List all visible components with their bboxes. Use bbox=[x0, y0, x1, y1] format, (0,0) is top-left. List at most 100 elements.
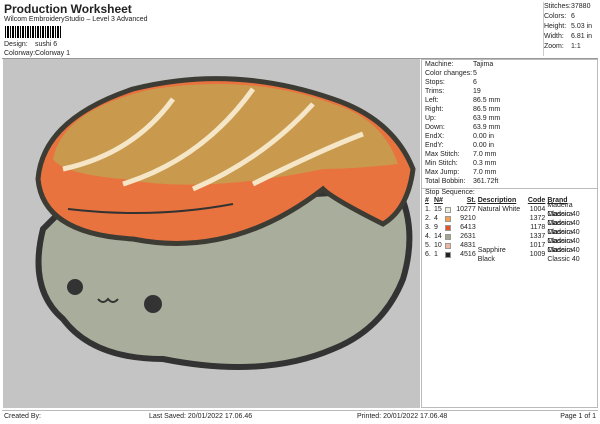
design-label: Design: bbox=[4, 41, 28, 48]
detail-value: 5 bbox=[473, 70, 477, 77]
detail-value: 7.0 mm bbox=[473, 151, 497, 158]
stat-value: 6.81 in bbox=[571, 33, 593, 40]
detail-row: Trims: 19 bbox=[422, 87, 597, 96]
table-row: 6. 1 4516 Sapphire Black 1009 Madeira Classic… bbox=[425, 247, 597, 263]
detail-label: Max Jump: bbox=[425, 169, 460, 176]
stat-row: Zoom: 1:1 bbox=[544, 42, 599, 52]
stop-num: 3. bbox=[425, 224, 431, 231]
col-num: # bbox=[425, 197, 429, 204]
stitch-count: 2631 bbox=[460, 233, 476, 240]
detail-value: 361.72ft bbox=[473, 178, 499, 185]
detail-value: 63.9 mm bbox=[473, 124, 501, 131]
detail-label: Trims: bbox=[425, 88, 445, 95]
colorway-value: Colorway 1 bbox=[35, 50, 71, 57]
detail-value: 86.5 mm bbox=[473, 97, 501, 104]
footer: Created By: Last Saved: 20/01/2022 17.06… bbox=[2, 410, 598, 423]
col-description: Description bbox=[477, 197, 517, 204]
thread-code: 1004 bbox=[529, 206, 546, 213]
detail-label: EndX: bbox=[425, 133, 445, 140]
machine-details: Machine: Tajima Color changes: 5 Stops: 6 Trim… bbox=[422, 60, 597, 186]
needle-num: 1 bbox=[433, 251, 438, 258]
detail-row: Up: 63.9 mm bbox=[422, 114, 597, 123]
thread-code: 1337 bbox=[529, 233, 546, 240]
stat-label: Height: bbox=[544, 23, 567, 30]
detail-value: 0.3 mm bbox=[473, 160, 497, 167]
page-title: Production Worksheet bbox=[4, 2, 132, 16]
col-stitches: St. bbox=[466, 197, 476, 204]
detail-label: EndY: bbox=[425, 142, 444, 149]
detail-row: Max Jump: 7.0 mm bbox=[422, 168, 597, 177]
detail-row: EndY: 0.00 in bbox=[422, 141, 597, 150]
stitch-count: 6413 bbox=[460, 224, 476, 231]
stop-num: 1. bbox=[425, 206, 431, 213]
col-n: N# bbox=[433, 197, 443, 204]
description: Natural White bbox=[477, 206, 521, 213]
detail-value: 19 bbox=[473, 88, 481, 95]
detail-label: Machine: bbox=[425, 61, 454, 68]
detail-row: Total Bobbin: 361.72ft bbox=[422, 177, 597, 186]
stats-box: Stitches: 37880 Colors: 6 Height: 5.03 in Widt… bbox=[543, 2, 599, 56]
detail-row: Max Stitch: 7.0 mm bbox=[422, 150, 597, 159]
needle-num: 4 bbox=[433, 215, 438, 222]
detail-label: Up: bbox=[425, 115, 436, 122]
detail-row: Color changes: 5 bbox=[422, 69, 597, 78]
last-saved: Last Saved: 20/01/2022 17.06.46 bbox=[149, 413, 253, 420]
detail-row: Min Stitch: 0.3 mm bbox=[422, 159, 597, 168]
stat-row: Width: 6.81 in bbox=[544, 32, 599, 42]
detail-label: Right: bbox=[425, 106, 444, 113]
needle-num: 9 bbox=[433, 224, 438, 231]
color-swatch bbox=[444, 224, 451, 231]
detail-value: Tajima bbox=[473, 61, 494, 68]
stat-value: 5.03 in bbox=[571, 23, 593, 30]
printed-date: Printed: 20/01/2022 17.06.48 bbox=[357, 413, 448, 420]
detail-label: Left: bbox=[425, 97, 439, 104]
stitch-count: 4516 bbox=[460, 251, 476, 258]
thread-code: 1009 bbox=[529, 251, 546, 258]
app-subtitle: Wilcom EmbroideryStudio – Level 3 Advanc… bbox=[4, 16, 148, 23]
detail-label: Color changes: bbox=[425, 70, 473, 77]
color-swatch bbox=[444, 251, 451, 258]
description: Sapphire Black bbox=[477, 246, 506, 263]
detail-label: Stops: bbox=[425, 79, 445, 86]
thread-code: 1017 bbox=[529, 242, 546, 249]
stat-row: Stitches: 37880 bbox=[544, 2, 599, 12]
detail-value: 7.0 mm bbox=[473, 169, 497, 176]
stat-row: Colors: 6 bbox=[544, 12, 599, 22]
color-swatch bbox=[444, 233, 451, 240]
stat-label: Colors: bbox=[544, 13, 567, 20]
colorway-label: Colorway: bbox=[4, 50, 36, 57]
detail-label: Total Bobbin: bbox=[425, 178, 466, 185]
detail-label: Max Stitch: bbox=[425, 151, 460, 158]
stitch-count: 9210 bbox=[460, 215, 476, 222]
info-panel: Machine: Tajima Color changes: 5 Stops: 6 Trim… bbox=[421, 59, 598, 408]
color-swatch bbox=[444, 215, 451, 222]
barcode bbox=[5, 26, 61, 38]
detail-label: Min Stitch: bbox=[425, 160, 458, 167]
page-number: Page 1 of 1 bbox=[560, 413, 596, 420]
detail-row: Left: 86.5 mm bbox=[422, 96, 597, 105]
detail-row: Machine: Tajima bbox=[422, 60, 597, 69]
stop-sequence: Stop Sequence: # N# St. Description Code… bbox=[422, 188, 597, 263]
color-swatch bbox=[444, 206, 451, 213]
sushi-embroidery-preview bbox=[35, 76, 416, 370]
detail-label: Down: bbox=[425, 124, 445, 131]
stat-row: Height: 5.03 in bbox=[544, 22, 599, 32]
stat-label: Stitches: bbox=[544, 3, 571, 10]
design-canvas bbox=[3, 59, 420, 408]
needle-num: 10 bbox=[433, 242, 442, 249]
detail-row: EndX: 0.00 in bbox=[422, 132, 597, 141]
stop-sequence-title: Stop Sequence: bbox=[425, 189, 475, 196]
detail-value: 63.9 mm bbox=[473, 115, 501, 122]
detail-row: Down: 63.9 mm bbox=[422, 123, 597, 132]
stat-label: Width: bbox=[544, 33, 564, 40]
detail-row: Right: 86.5 mm bbox=[422, 105, 597, 114]
stop-num: 6. bbox=[425, 251, 431, 258]
stop-num: 2. bbox=[425, 215, 431, 222]
stitch-count: 4831 bbox=[460, 242, 476, 249]
stat-value: 37880 bbox=[571, 3, 591, 10]
stop-num: 5. bbox=[425, 242, 431, 249]
needle-num: 14 bbox=[433, 233, 442, 240]
detail-row: Stops: 6 bbox=[422, 78, 597, 87]
design-value: sushi 6 bbox=[35, 41, 58, 48]
stop-num: 4. bbox=[425, 233, 431, 240]
